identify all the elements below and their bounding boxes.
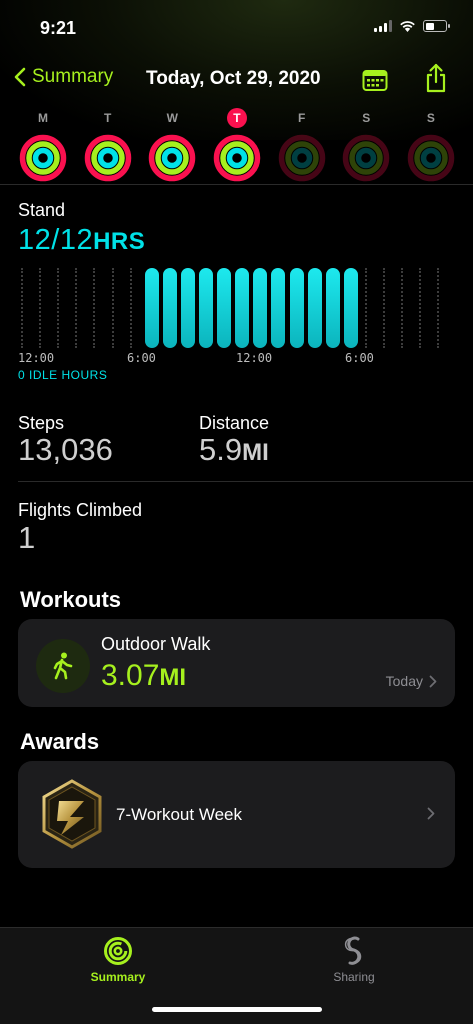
stand-hour-bar bbox=[145, 268, 159, 348]
stand-hour-bar bbox=[308, 268, 322, 348]
award-badge-icon bbox=[42, 779, 102, 849]
stand-hour-empty bbox=[75, 268, 77, 348]
home-indicator bbox=[152, 1007, 322, 1012]
day-column[interactable]: W bbox=[143, 108, 201, 182]
back-label: Summary bbox=[32, 66, 114, 87]
idle-hours: 0 IDLE HOURS bbox=[18, 368, 108, 382]
chevron-right-icon bbox=[429, 675, 437, 687]
stand-hour-empty bbox=[130, 268, 132, 348]
page-title: Today, Oct 29, 2020 bbox=[146, 68, 321, 89]
distance-value: 5.9MI bbox=[199, 432, 269, 468]
stand-hour-bar bbox=[344, 268, 358, 348]
steps-label: Steps bbox=[18, 413, 65, 433]
workout-name: Outdoor Walk bbox=[101, 634, 211, 654]
award-name: 7-Workout Week bbox=[116, 805, 242, 824]
awards-title: Awards bbox=[20, 729, 100, 754]
workouts-title: Workouts bbox=[20, 587, 122, 612]
stand-tick-label: 12:00 bbox=[236, 351, 273, 365]
steps-value: 13,036 bbox=[18, 432, 113, 467]
day-letter: T bbox=[103, 111, 112, 125]
cellular-signal-icon bbox=[374, 20, 392, 32]
stand-unit: HRS bbox=[93, 228, 146, 255]
activity-rings-icon bbox=[278, 134, 325, 182]
battery-icon bbox=[423, 20, 450, 32]
stand-chart bbox=[18, 268, 451, 348]
day-letter: T bbox=[226, 108, 247, 128]
day-column[interactable]: T bbox=[79, 108, 137, 182]
stand-hour-bar bbox=[181, 268, 195, 348]
tab-sharing-label: Sharing bbox=[333, 970, 375, 984]
stand-label: Stand bbox=[18, 200, 66, 220]
stand-hour-empty bbox=[112, 268, 114, 348]
chevron-right-icon bbox=[427, 807, 435, 820]
stand-hour-bar bbox=[290, 268, 304, 348]
stand-hour-empty bbox=[39, 268, 41, 348]
stand-hour-empty bbox=[93, 268, 95, 348]
stand-hour-empty bbox=[365, 268, 367, 348]
back-button[interactable]: Summary bbox=[14, 66, 113, 88]
day-letter: M bbox=[38, 111, 48, 125]
day-letter: W bbox=[166, 111, 178, 125]
workout-card[interactable]: Outdoor Walk 3.07MI Today bbox=[18, 619, 455, 707]
workout-distance: 3.07MI bbox=[101, 659, 186, 693]
day-letter: S bbox=[426, 111, 435, 125]
stand-hour-empty bbox=[383, 268, 385, 348]
stand-tick-label: 12:00 bbox=[18, 351, 55, 365]
stand-value: 12/12HRS bbox=[18, 224, 145, 257]
day-letter: F bbox=[297, 111, 306, 125]
stand-hours: 12/12 bbox=[18, 224, 94, 256]
activity-rings-icon bbox=[343, 134, 390, 182]
tab-summary-label: Summary bbox=[90, 970, 146, 984]
stand-tick-label: 6:00 bbox=[345, 351, 374, 365]
day-column[interactable]: T bbox=[208, 108, 266, 182]
divider bbox=[18, 481, 473, 482]
workout-distance-unit: MI bbox=[159, 664, 187, 691]
chevron-left-icon bbox=[14, 67, 26, 87]
share-icon[interactable] bbox=[424, 63, 448, 93]
stand-hour-bar bbox=[235, 268, 249, 348]
stand-hour-bar bbox=[271, 268, 285, 348]
distance-number: 5.9 bbox=[199, 432, 243, 467]
activity-rings-icon bbox=[19, 134, 67, 182]
day-column[interactable]: S bbox=[337, 108, 395, 182]
stand-hour-bar bbox=[199, 268, 213, 348]
distance-unit: MI bbox=[242, 439, 269, 466]
stand-hour-bar bbox=[163, 268, 177, 348]
activity-rings-icon bbox=[104, 937, 132, 965]
workout-distance-number: 3.07 bbox=[101, 659, 160, 692]
workout-date: Today bbox=[386, 673, 437, 689]
wifi-icon bbox=[400, 21, 415, 32]
stand-hour-empty bbox=[401, 268, 403, 348]
tab-summary[interactable]: Summary bbox=[84, 936, 152, 984]
stand-hour-empty bbox=[57, 268, 59, 348]
day-column[interactable]: S bbox=[402, 108, 460, 182]
flights-value: 1 bbox=[18, 520, 36, 555]
stand-hour-bar bbox=[253, 268, 267, 348]
divider bbox=[0, 184, 473, 185]
activity-rings-icon bbox=[149, 134, 196, 182]
stand-hour-empty bbox=[21, 268, 23, 348]
activity-rings-icon bbox=[407, 134, 455, 182]
day-letter: S bbox=[362, 111, 371, 125]
sharing-icon bbox=[344, 936, 362, 965]
day-column[interactable]: M bbox=[14, 108, 72, 182]
stand-hour-empty bbox=[437, 268, 439, 348]
workout-date-label: Today bbox=[385, 673, 423, 689]
walking-icon bbox=[36, 639, 90, 693]
day-column[interactable]: F bbox=[273, 108, 331, 182]
stand-tick-label: 6:00 bbox=[127, 351, 156, 365]
stand-hour-empty bbox=[419, 268, 421, 348]
distance-label: Distance bbox=[199, 413, 270, 433]
status-time: 9:21 bbox=[40, 18, 77, 38]
activity-rings-icon bbox=[84, 134, 131, 182]
calendar-icon[interactable] bbox=[362, 68, 388, 92]
stand-hour-bar bbox=[217, 268, 231, 348]
award-card[interactable]: 7-Workout Week bbox=[18, 761, 455, 868]
status-icons bbox=[374, 20, 450, 32]
stand-hour-bar bbox=[326, 268, 340, 348]
week-strip: MTWTFSS bbox=[14, 108, 460, 182]
activity-rings-icon bbox=[213, 134, 261, 182]
tab-sharing[interactable]: Sharing bbox=[320, 936, 388, 984]
flights-label: Flights Climbed bbox=[18, 500, 143, 520]
